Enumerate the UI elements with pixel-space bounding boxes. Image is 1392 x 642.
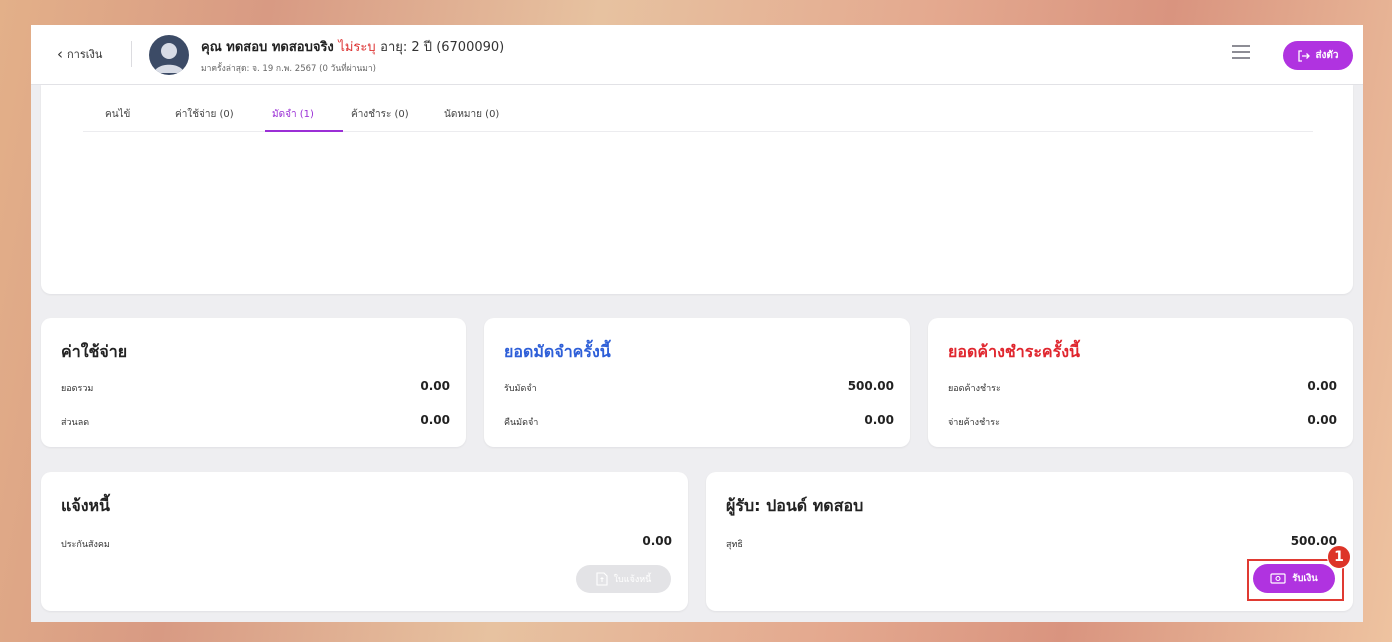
deposit-title: ยอดมัดจำครั้งนี้ — [504, 342, 611, 361]
gender-label: ไม่ระบุ — [338, 40, 376, 55]
receiver-card: ผู้รับ: ปอนด์ ทดสอบ สุทธิ 500.00 รับเงิน — [706, 472, 1353, 611]
exit-arrow-icon — [1298, 49, 1311, 62]
step-badge: 1 — [1327, 545, 1351, 569]
invoice-title: แจ้งหนี้ — [61, 496, 110, 515]
user-icon — [154, 43, 184, 73]
tab-bar: คนไข้ ค่าใช้จ่าย (0) มัดจำ (1) ค้างชำระ … — [83, 85, 1313, 132]
deposit-received-label: รับมัดจำ — [504, 384, 537, 394]
last-visit: มาครั้งล่าสุด: จ. 19 ก.พ. 2567 (0 วันที่… — [201, 64, 376, 74]
back-label: การเงิน — [67, 48, 103, 61]
discount-value: 0.00 — [420, 413, 450, 427]
hamburger-menu-icon[interactable] — [1232, 45, 1250, 59]
outstanding-title: ยอดค้างชำระครั้งนี้ — [948, 342, 1080, 361]
social-security-label: ประกันสังคม — [61, 540, 110, 550]
patient-header: ‹ การเงิน คุณ ทดสอบ ทดสอบจริง ไม่ระบุ อา… — [31, 25, 1363, 85]
discount-label: ส่วนลด — [61, 418, 90, 428]
tab-patient[interactable]: คนไข้ — [105, 107, 130, 122]
deposit-received-value: 500.00 — [847, 379, 894, 393]
age-label: อายุ: 2 ปี (6700090) — [380, 40, 505, 55]
patient-name: คุณ ทดสอบ ทดสอบจริง — [201, 40, 334, 55]
tab-panel: คนไข้ ค่าใช้จ่าย (0) มัดจำ (1) ค้างชำระ … — [41, 85, 1353, 294]
receive-button-label: รับเงิน — [1292, 573, 1318, 584]
tab-appointments[interactable]: นัดหมาย (0) — [444, 107, 499, 122]
cash-icon — [1270, 573, 1286, 584]
outstanding-label: ยอดค้างชำระ — [948, 384, 1001, 394]
active-tab-indicator — [265, 130, 343, 132]
tab-expenses[interactable]: ค่าใช้จ่าย (0) — [175, 107, 234, 122]
receiver-title: ผู้รับ: ปอนด์ ทดสอบ — [726, 496, 864, 515]
deposit-returned-label: คืนมัดจำ — [504, 418, 539, 428]
invoice-button[interactable]: ใบแจ้งหนี้ — [576, 565, 671, 593]
invoice-button-label: ใบแจ้งหนี้ — [613, 575, 652, 585]
deposit-card: ยอดมัดจำครั้งนี้ รับมัดจำ 500.00 คืนมัดจ… — [484, 318, 910, 447]
app-window: ‹ การเงิน คุณ ทดสอบ ทดสอบจริง ไม่ระบุ อา… — [31, 25, 1363, 622]
tab-deposit[interactable]: มัดจำ (1) — [272, 107, 314, 122]
chevron-left-icon: ‹ — [57, 44, 63, 63]
total-value: 0.00 — [420, 379, 450, 393]
outstanding-card: ยอดค้างชำระครั้งนี้ ยอดค้างชำระ 0.00 จ่า… — [928, 318, 1353, 447]
net-label: สุทธิ — [726, 540, 743, 550]
invoice-card: แจ้งหนี้ ประกันสังคม 0.00 ใบแจ้งหนี้ — [41, 472, 688, 611]
expenses-card: ค่าใช้จ่าย ยอดรวม 0.00 ส่วนลด 0.00 — [41, 318, 466, 447]
send-button-label: ส่งตัว — [1315, 50, 1339, 61]
deposit-returned-value: 0.00 — [864, 413, 894, 427]
receive-payment-button[interactable]: รับเงิน — [1253, 564, 1335, 593]
back-button[interactable]: ‹ การเงิน — [57, 45, 102, 63]
outstanding-value: 0.00 — [1307, 379, 1337, 393]
outstanding-paid-label: จ่ายค้างชำระ — [948, 418, 1000, 428]
avatar — [149, 35, 189, 75]
expenses-title: ค่าใช้จ่าย — [61, 342, 128, 361]
tab-outstanding[interactable]: ค้างชำระ (0) — [351, 107, 409, 122]
send-button[interactable]: ส่งตัว — [1283, 41, 1353, 70]
divider — [131, 41, 132, 67]
outstanding-paid-value: 0.00 — [1307, 413, 1337, 427]
total-label: ยอดรวม — [61, 384, 94, 394]
social-security-value: 0.00 — [642, 534, 672, 548]
net-value: 500.00 — [1290, 534, 1337, 548]
document-icon — [596, 572, 608, 586]
patient-name-line: คุณ ทดสอบ ทดสอบจริง ไม่ระบุ อายุ: 2 ปี (… — [201, 36, 504, 57]
